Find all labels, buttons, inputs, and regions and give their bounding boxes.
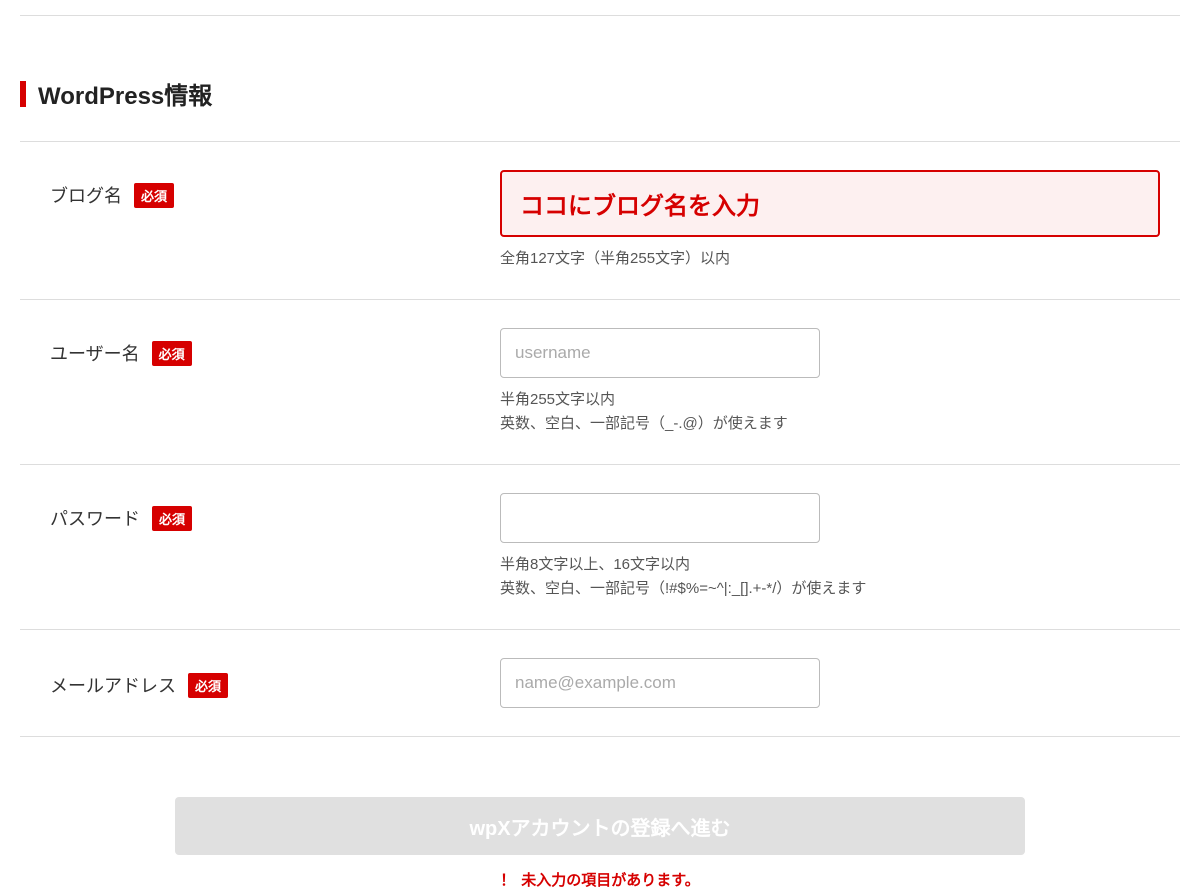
- form-row-email: メールアドレス 必須: [20, 630, 1180, 737]
- required-badge: 必須: [188, 673, 228, 698]
- form-row-blog-name: ブログ名 必須 ココにブログ名を入力 全角127文字（半角255文字）以内: [20, 142, 1180, 300]
- form-label-col: メールアドレス 必須: [20, 658, 500, 698]
- form-row-username: ユーザー名 必須 半角255文字以内 英数、空白、一部記号（_-.@）が使えます: [20, 300, 1180, 465]
- form-label-col: ユーザー名 必須: [20, 328, 500, 366]
- error-text: 未入力の項目があります。: [521, 869, 700, 890]
- form-label-col: ブログ名 必須: [20, 170, 500, 208]
- form-label-col: パスワード 必須: [20, 493, 500, 531]
- required-badge: 必須: [152, 341, 192, 366]
- blog-name-highlight-box[interactable]: ココにブログ名を入力: [500, 170, 1160, 237]
- blog-name-label: ブログ名: [50, 182, 122, 208]
- submit-area: wpXアカウントの登録へ進む ！ 未入力の項目があります。: [20, 797, 1180, 890]
- form-input-col: ココにブログ名を入力 全角127文字（半角255文字）以内: [500, 170, 1180, 271]
- section-title: WordPress情報: [38, 76, 212, 111]
- exclamation-icon: ！: [500, 869, 515, 890]
- required-badge: 必須: [152, 506, 192, 531]
- form-row-password: パスワード 必須 半角8文字以上、16文字以内 英数、空白、一部記号（!#$%=…: [20, 465, 1180, 630]
- username-help: 半角255文字以内 英数、空白、一部記号（_-.@）が使えます: [500, 388, 1160, 436]
- wordpress-info-form: ブログ名 必須 ココにブログ名を入力 全角127文字（半角255文字）以内 ユー…: [20, 141, 1180, 737]
- top-divider: [20, 15, 1180, 16]
- password-help-line2: 英数、空白、一部記号（!#$%=~^|:_[].+-*/）が使えます: [500, 577, 1160, 601]
- password-help-line1: 半角8文字以上、16文字以内: [500, 553, 1160, 577]
- password-input[interactable]: [500, 493, 820, 543]
- blog-name-help: 全角127文字（半角255文字）以内: [500, 247, 1160, 271]
- form-input-col: 半角255文字以内 英数、空白、一部記号（_-.@）が使えます: [500, 328, 1180, 436]
- email-label: メールアドレス: [50, 672, 176, 698]
- section-header-accent-bar: [20, 81, 26, 107]
- username-label: ユーザー名: [50, 340, 140, 366]
- required-badge: 必須: [134, 183, 174, 208]
- form-input-col: [500, 658, 1180, 708]
- username-help-line1: 半角255文字以内: [500, 388, 1160, 412]
- password-label: パスワード: [50, 505, 140, 531]
- submit-button[interactable]: wpXアカウントの登録へ進む: [175, 797, 1025, 855]
- form-input-col: 半角8文字以上、16文字以内 英数、空白、一部記号（!#$%=~^|:_[].+…: [500, 493, 1180, 601]
- section-header: WordPress情報: [20, 76, 1180, 111]
- password-help: 半角8文字以上、16文字以内 英数、空白、一部記号（!#$%=~^|:_[].+…: [500, 553, 1160, 601]
- email-input[interactable]: [500, 658, 820, 708]
- username-input[interactable]: [500, 328, 820, 378]
- username-help-line2: 英数、空白、一部記号（_-.@）が使えます: [500, 412, 1160, 436]
- validation-error-message: ！ 未入力の項目があります。: [500, 869, 700, 890]
